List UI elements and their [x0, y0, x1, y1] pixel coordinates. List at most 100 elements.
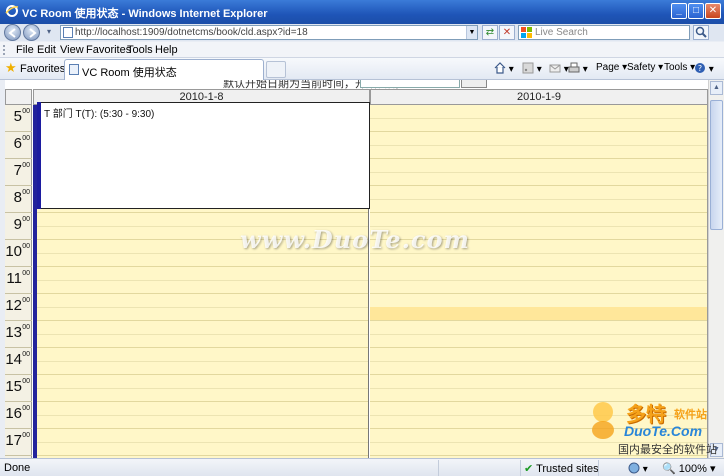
- hour-label: 8 00: [5, 186, 32, 213]
- grid-line: [370, 347, 707, 348]
- hour-minutes: 00: [22, 432, 30, 439]
- hour-label: 10 00: [5, 240, 32, 267]
- rss-feed-icon: [522, 62, 534, 74]
- trusted-check-icon: ✔: [524, 463, 534, 475]
- hour-minutes: 00: [22, 162, 30, 169]
- grid-line: [370, 293, 707, 294]
- day-column-1[interactable]: T 部门 T(T): (5:30 - 9:30): [33, 102, 370, 458]
- printer-icon: [568, 62, 580, 73]
- tools-menu-label: Tools: [664, 62, 688, 73]
- grid-line: [33, 212, 368, 213]
- tab-title: VC Room 使用状态: [82, 67, 177, 79]
- grid-line: [370, 144, 707, 146]
- grid-line: [33, 333, 368, 335]
- favorites-label: Favorites: [20, 63, 66, 75]
- menu-help[interactable]: Help: [155, 44, 178, 56]
- grid-line: [370, 185, 707, 186]
- browser-tab[interactable]: VC Room 使用状态: [64, 59, 264, 80]
- hour-label: 17 00: [5, 429, 32, 456]
- grid-line: [370, 266, 707, 267]
- event-color-bar: [37, 102, 41, 209]
- minimize-button[interactable]: _: [671, 3, 687, 19]
- print-button[interactable]: ▾: [568, 62, 588, 75]
- grid-line: [33, 293, 368, 294]
- start-date-button[interactable]: [461, 80, 487, 88]
- hour-number: 15: [5, 378, 22, 395]
- maximize-button[interactable]: □: [688, 3, 704, 19]
- mascot-icon: [592, 402, 614, 439]
- zoom-control[interactable]: 🔍 100% ▾: [662, 462, 715, 475]
- safety-menu-button[interactable]: Safety ▾: [627, 62, 663, 73]
- hour-number: 14: [5, 351, 22, 368]
- hour-minutes: 00: [22, 378, 30, 385]
- forward-arrow-icon: [29, 28, 37, 38]
- back-button[interactable]: [4, 24, 21, 41]
- time-column: 5 00 6 00 7 00 8 00 9 00 10 00 11 00 12 00 13 00 14 00 15 00 1…: [5, 105, 32, 458]
- window-title-bar: VC Room 使用状态 - Windows Internet Explorer…: [0, 0, 724, 24]
- watermark-text: www.DuoTe.com: [240, 225, 470, 254]
- search-button[interactable]: [693, 25, 709, 40]
- grid-line: [370, 387, 707, 389]
- hour-minutes: 00: [22, 297, 30, 304]
- menu-favorites[interactable]: Favorites: [86, 44, 131, 56]
- status-divider: [438, 460, 439, 476]
- safety-menu-label: Safety: [627, 62, 656, 73]
- menu-edit[interactable]: Edit: [37, 44, 56, 56]
- grid-line: [370, 212, 707, 213]
- address-dropdown-icon[interactable]: ▼: [466, 26, 477, 39]
- grid-line: [33, 401, 368, 402]
- protected-mode-button[interactable]: ▾: [628, 462, 648, 475]
- hour-number: 12: [5, 297, 22, 314]
- home-button[interactable]: ▾: [494, 62, 514, 75]
- forward-button[interactable]: [23, 24, 40, 41]
- security-zone-label: Trusted sites: [536, 463, 599, 475]
- feeds-button[interactable]: ▾: [522, 62, 542, 75]
- tools-menu-button[interactable]: Tools ▾: [664, 62, 695, 73]
- calendar-event[interactable]: T 部门 T(T): (5:30 - 9:30): [37, 102, 370, 209]
- new-tab-button[interactable]: [266, 61, 286, 78]
- hour-number: 13: [5, 324, 22, 341]
- hour-label: 14 00: [5, 348, 32, 375]
- hour-number: 7: [13, 162, 22, 179]
- page-menu-button[interactable]: Page ▾: [596, 62, 627, 73]
- menu-view[interactable]: View: [60, 44, 84, 56]
- stop-button[interactable]: ✕: [499, 25, 515, 40]
- close-button[interactable]: ✕: [705, 3, 721, 19]
- grid-line: [33, 306, 368, 308]
- page-menu-label: Page: [596, 62, 620, 73]
- hour-number: 17: [5, 432, 22, 449]
- grid-line: [33, 414, 368, 416]
- hour-number: 9: [13, 216, 22, 233]
- security-zone[interactable]: ✔ Trusted sites: [524, 462, 599, 475]
- search-input[interactable]: Live Search: [518, 25, 690, 40]
- magnifier-icon: [695, 26, 707, 38]
- scroll-thumb[interactable]: [710, 100, 723, 230]
- scroll-up-icon[interactable]: ▲: [710, 81, 723, 95]
- menu-bar: File Edit View Favorites Tools Help: [0, 42, 724, 58]
- watermark-logo: 多特 软件站 DuoTe.Com 国内最安全的软件站: [588, 396, 720, 456]
- grid-line: [33, 428, 368, 429]
- grid-line: [370, 320, 707, 321]
- history-dropdown-icon[interactable]: ▾: [41, 25, 57, 40]
- hour-label: 15 00: [5, 375, 32, 402]
- menu-tools[interactable]: Tools: [127, 44, 153, 56]
- grid-line: [33, 266, 368, 267]
- favorites-star-icon: ★: [5, 60, 17, 75]
- help-icon: ?: [695, 63, 705, 73]
- zoom-level: 100%: [678, 463, 707, 475]
- page-icon: [63, 27, 73, 38]
- start-date-input[interactable]: [360, 80, 460, 88]
- watermark-logo-tagline: 国内最安全的软件站: [618, 444, 717, 456]
- grid-line: [370, 117, 707, 119]
- status-divider: [598, 460, 599, 476]
- address-field[interactable]: http://localhost:1909/dotnetcms/book/cld…: [60, 25, 478, 40]
- mail-button[interactable]: ▾: [549, 62, 569, 75]
- hour-minutes: 00: [22, 405, 30, 412]
- menu-file[interactable]: File: [16, 44, 34, 56]
- address-url: http://localhost:1909/dotnetcms/book/cld…: [75, 27, 308, 38]
- hour-number: 11: [6, 270, 22, 287]
- hour-minutes: 00: [22, 216, 30, 223]
- help-button[interactable]: ? ▾: [694, 62, 714, 75]
- hour-number: 8: [13, 189, 22, 206]
- refresh-button[interactable]: ⇄: [482, 25, 498, 40]
